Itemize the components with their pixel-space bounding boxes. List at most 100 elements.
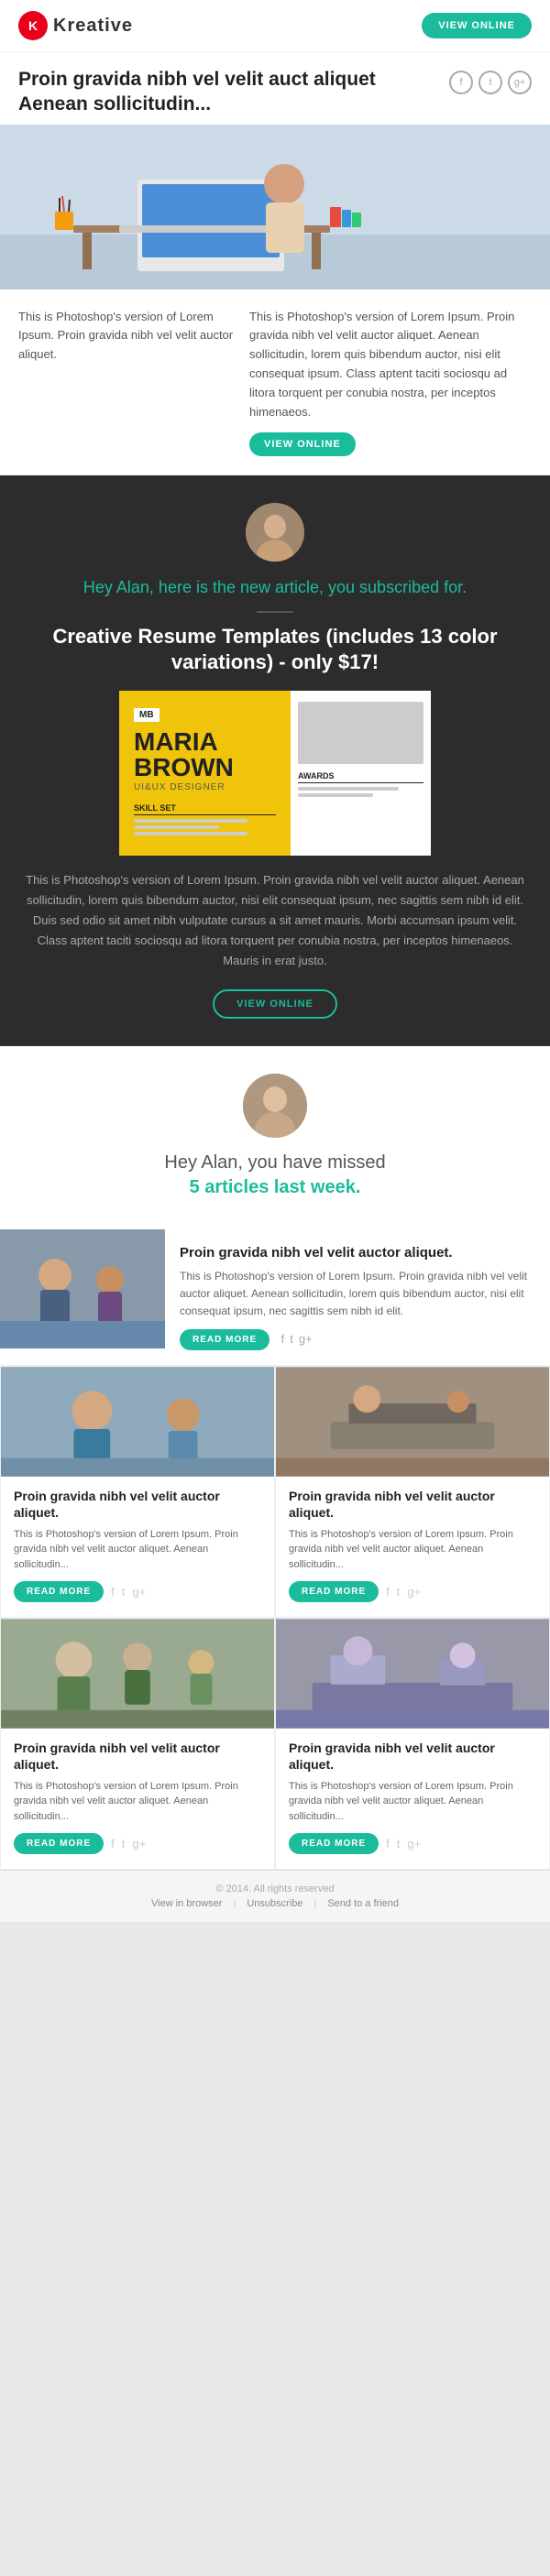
article-card-2-image — [276, 1367, 549, 1477]
resume-firstname: MARIA BROWN — [134, 729, 276, 780]
article-card-4-footer: READ MORE f t g+ — [276, 1833, 549, 1854]
article-card-4-title: Proin gravida nibh vel velit auctor aliq… — [289, 1740, 536, 1773]
article-card-3-title: Proin gravida nibh vel velit auctor aliq… — [14, 1740, 261, 1773]
intro-col-right: This is Photoshop's version of Lorem Ips… — [249, 308, 532, 457]
resume-skill-title: SKILL SET — [134, 803, 276, 815]
article-card-3-read-more[interactable]: READ MORE — [14, 1833, 104, 1854]
article-card-3-twitter[interactable]: t — [122, 1837, 126, 1850]
dark-avatar — [246, 503, 304, 562]
resume-right-panel: AWARDS — [291, 691, 431, 856]
article-card-1-read-more[interactable]: READ MORE — [14, 1581, 104, 1602]
googleplus-icon[interactable]: g+ — [508, 71, 532, 94]
header-view-online-button[interactable]: VIEW ONLINE — [422, 13, 532, 38]
dark-body-text: This is Photoshop's version of Lorem Ips… — [18, 870, 532, 971]
resume-card: MB MARIA BROWN UI&UX DESIGNER SKILL SET … — [119, 691, 431, 856]
article-card-4: Proin gravida nibh vel velit auctor aliq… — [275, 1618, 550, 1870]
article-card-3: Proin gravida nibh vel velit auctor aliq… — [0, 1618, 275, 1870]
resume-skill-line-1 — [134, 819, 248, 823]
article-card-1: Proin gravida nibh vel velit auctor aliq… — [0, 1366, 275, 1618]
article-card-2-content: Proin gravida nibh vel velit auctor aliq… — [276, 1477, 549, 1572]
article-card-1-twitter[interactable]: t — [122, 1585, 126, 1599]
article-card-1-title: Proin gravida nibh vel velit auctor aliq… — [14, 1488, 261, 1521]
hero-title-row: Proin gravida nibh vel velit auct alique… — [0, 52, 550, 125]
article-card-1-gplus[interactable]: g+ — [132, 1585, 146, 1599]
featured-article-image — [0, 1229, 165, 1348]
article-card-2-facebook[interactable]: f — [386, 1585, 390, 1599]
featured-article: Proin gravida nibh vel velit auctor aliq… — [0, 1229, 550, 1366]
article-card-4-body: This is Photoshop's version of Lorem Ips… — [289, 1779, 536, 1825]
resume-left-panel: MB MARIA BROWN UI&UX DESIGNER SKILL SET — [119, 691, 291, 856]
article-grid: Proin gravida nibh vel velit auctor aliq… — [0, 1366, 550, 1870]
missed-count: 5 articles last week. — [18, 1177, 532, 1198]
intro-col-left: This is Photoshop's version of Lorem Ips… — [18, 308, 249, 457]
article-card-4-facebook[interactable]: f — [386, 1837, 390, 1850]
resume-awards-title: AWARDS — [298, 771, 424, 783]
article-card-3-facebook[interactable]: f — [111, 1837, 115, 1850]
resume-mb-badge: MB — [134, 708, 160, 722]
twitter-icon[interactable]: t — [478, 71, 502, 94]
header: K Kreative VIEW ONLINE — [0, 0, 550, 52]
article-card-4-content: Proin gravida nibh vel velit auctor aliq… — [276, 1729, 549, 1824]
featured-facebook-icon[interactable]: f — [281, 1332, 285, 1346]
article-card-2: Proin gravida nibh vel velit auctor aliq… — [275, 1366, 550, 1618]
resume-award-line-1 — [298, 787, 399, 791]
resume-job-title: UI&UX DESIGNER — [134, 782, 276, 792]
missed-greeting: Hey Alan, you have missed — [18, 1152, 532, 1173]
featured-article-title: Proin gravida nibh vel velit auctor aliq… — [180, 1244, 535, 1262]
hero-image — [0, 125, 550, 289]
footer-copyright: © 2014. All rights reserved — [18, 1883, 532, 1894]
hero-social-icons: f t g+ — [449, 71, 532, 94]
article-card-2-read-more[interactable]: READ MORE — [289, 1581, 379, 1602]
resume-skill-line-3 — [134, 832, 248, 835]
footer: © 2014. All rights reserved View in brow… — [0, 1870, 550, 1922]
article-card-3-content: Proin gravida nibh vel velit auctor aliq… — [1, 1729, 274, 1824]
intro-view-online-button[interactable]: VIEW ONLINE — [249, 432, 356, 456]
article-card-1-body: This is Photoshop's version of Lorem Ips… — [14, 1527, 261, 1573]
article-card-1-footer: READ MORE f t g+ — [1, 1581, 274, 1602]
footer-links: View in browser | Unsubscribe | Send to … — [18, 1898, 532, 1909]
article-card-3-image — [1, 1619, 274, 1729]
intro-right-text: This is Photoshop's version of Lorem Ips… — [249, 308, 532, 422]
resume-award-line-2 — [298, 793, 373, 797]
logo-icon: K — [18, 11, 48, 40]
resume-photo — [298, 702, 424, 764]
dark-section: Hey Alan, here is the new article, you s… — [0, 475, 550, 1046]
featured-article-body: This is Photoshop's version of Lorem Ips… — [180, 1268, 535, 1321]
missed-avatar — [243, 1074, 307, 1138]
footer-view-browser[interactable]: View in browser — [151, 1898, 222, 1909]
article-card-1-content: Proin gravida nibh vel velit auctor aliq… — [1, 1477, 274, 1572]
featured-social-icons: f t g+ — [281, 1332, 313, 1346]
intro-left-text: This is Photoshop's version of Lorem Ips… — [18, 308, 236, 365]
logo-text: Kreative — [53, 16, 133, 37]
resume-skill-line-2 — [134, 825, 219, 829]
intro-two-col: This is Photoshop's version of Lorem Ips… — [0, 289, 550, 475]
article-card-2-footer: READ MORE f t g+ — [276, 1581, 549, 1602]
article-card-3-footer: READ MORE f t g+ — [1, 1833, 274, 1854]
article-card-2-gplus[interactable]: g+ — [407, 1585, 421, 1599]
article-card-2-title: Proin gravida nibh vel velit auctor aliq… — [289, 1488, 536, 1521]
email-wrapper: K Kreative VIEW ONLINE Proin gravida nib… — [0, 0, 550, 1922]
featured-read-more-button[interactable]: READ MORE — [180, 1329, 270, 1350]
hero-title: Proin gravida nibh vel velit auct alique… — [18, 67, 442, 117]
featured-article-content: Proin gravida nibh vel velit auctor aliq… — [165, 1229, 550, 1365]
missed-section: Hey Alan, you have missed 5 articles las… — [0, 1046, 550, 1229]
article-card-4-twitter[interactable]: t — [397, 1837, 401, 1850]
article-card-4-gplus[interactable]: g+ — [407, 1837, 421, 1850]
article-card-1-facebook[interactable]: f — [111, 1585, 115, 1599]
dark-article-title: Creative Resume Templates (includes 13 c… — [18, 624, 532, 676]
article-card-3-gplus[interactable]: g+ — [132, 1837, 146, 1850]
dark-view-online-button[interactable]: VIEW ONLINE — [213, 989, 337, 1019]
article-card-3-body: This is Photoshop's version of Lorem Ips… — [14, 1779, 261, 1825]
footer-divider-2: | — [314, 1898, 316, 1909]
featured-twitter-icon[interactable]: t — [290, 1332, 293, 1346]
featured-gplus-icon[interactable]: g+ — [299, 1332, 313, 1346]
article-card-4-read-more[interactable]: READ MORE — [289, 1833, 379, 1854]
article-card-1-image — [1, 1367, 274, 1477]
facebook-icon[interactable]: f — [449, 71, 473, 94]
logo: K Kreative — [18, 11, 133, 40]
article-card-2-twitter[interactable]: t — [397, 1585, 401, 1599]
footer-send-to-friend[interactable]: Send to a friend — [327, 1898, 399, 1909]
footer-divider-1: | — [233, 1898, 236, 1909]
article-card-2-body: This is Photoshop's version of Lorem Ips… — [289, 1527, 536, 1573]
footer-unsubscribe[interactable]: Unsubscribe — [247, 1898, 302, 1909]
